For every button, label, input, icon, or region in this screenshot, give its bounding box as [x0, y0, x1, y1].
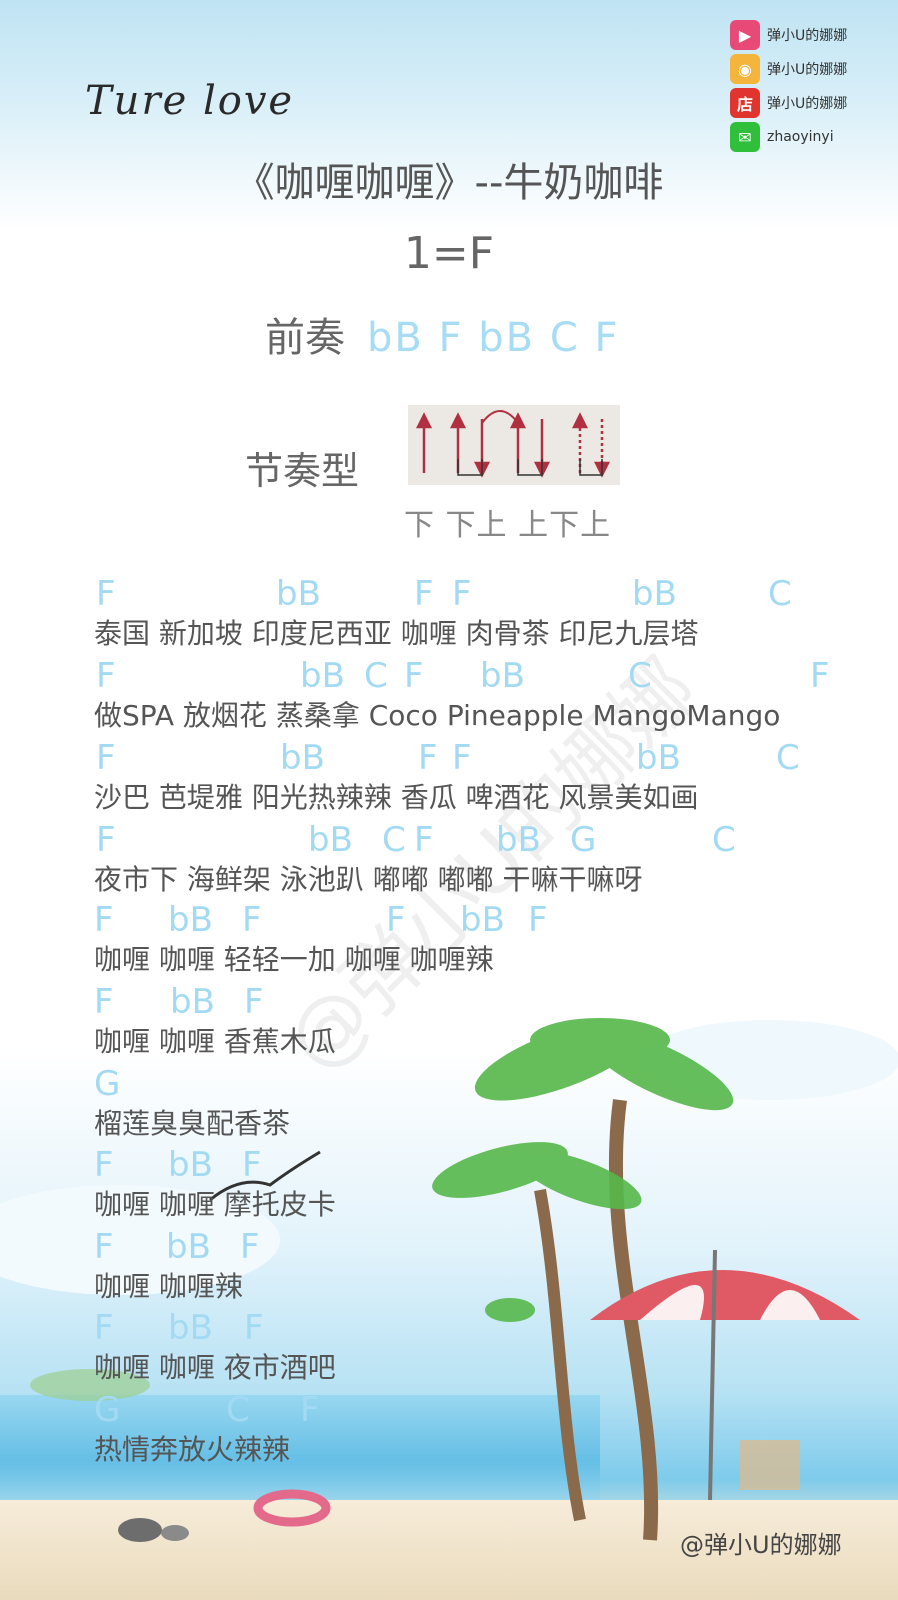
chord-label: F: [96, 738, 116, 778]
lyric-line: 咖喱 咖喱 摩托皮卡: [94, 1188, 336, 1221]
social-row: ◉ 弹小U的娜娜: [730, 52, 890, 86]
key-signature: 1=F: [403, 228, 495, 279]
lyric-line: 夜市下 海鲜架 泳池趴 嘟嘟 嘟嘟 干嘛干嘛呀: [94, 863, 643, 896]
chord-label: F: [386, 900, 406, 940]
social-text: 弹小U的娜娜: [767, 62, 848, 78]
chord-label: bB: [308, 820, 353, 860]
chord-label: F: [810, 656, 830, 696]
lyric-line: 咖喱 咖喱辣: [94, 1270, 243, 1303]
lyric-line: 热情奔放火辣辣: [94, 1433, 291, 1466]
chord-label: C: [364, 656, 388, 696]
shop-icon: 店: [730, 88, 760, 118]
chord-label: F: [244, 982, 264, 1022]
chord-label: bB: [496, 820, 541, 860]
social-links: ▶ 弹小U的娜娜 ◉ 弹小U的娜娜 店 弹小U的娜娜 ✉ zhaoyinyi: [730, 18, 890, 154]
lyric-line: 榴莲臭臭配香茶: [94, 1107, 291, 1140]
chord-label: F: [94, 1227, 114, 1267]
chord-label: F: [300, 1390, 320, 1430]
chord-label: F: [414, 820, 434, 860]
chord-label: C: [628, 656, 652, 696]
chord-label: F: [418, 738, 438, 778]
prelude: 前奏 bB F bB C F: [265, 305, 619, 363]
chord-label: bB: [480, 656, 525, 696]
prelude-label: 前奏: [265, 315, 345, 361]
chord-label: F: [404, 656, 424, 696]
weibo-icon: ◉: [730, 54, 760, 84]
chord-label: C: [712, 820, 736, 860]
chord-label: G: [94, 1390, 121, 1430]
chord-label: C: [776, 738, 800, 778]
chord-label: F: [452, 738, 472, 778]
song-title: 《咖喱咖喱》--牛奶咖啡: [234, 160, 664, 206]
chord-label: F: [96, 574, 116, 614]
chord-label: F: [414, 574, 434, 614]
strum-pattern-diagram: [408, 405, 620, 485]
chord-label: F: [452, 574, 472, 614]
chord-label: F: [528, 900, 548, 940]
lyric-line: 泰国 新加坡 印度尼西亚 咖喱 肉骨茶 印尼九层塔: [94, 617, 699, 650]
wechat-icon: ✉: [730, 122, 760, 152]
chord-label: F: [240, 1227, 260, 1267]
chord-label: F: [242, 900, 262, 940]
chord-label: bB: [300, 656, 345, 696]
rhythm-label: 节奏型: [245, 449, 360, 493]
chord-label: G: [570, 820, 597, 860]
social-row: ✉ zhaoyinyi: [730, 120, 890, 154]
strum-arrows-icon: [415, 410, 611, 478]
chord-label: bB: [168, 1308, 213, 1348]
chord-label: C: [768, 574, 792, 614]
weibo-watermark: @弹小U的娜娜: [680, 1531, 842, 1559]
prelude-chords: bB F bB C F: [367, 315, 620, 361]
script-title: Ture love: [85, 78, 295, 124]
chord-label: bB: [276, 574, 321, 614]
social-row: ▶ 弹小U的娜娜: [730, 18, 890, 52]
chord-label: F: [96, 820, 116, 860]
chord-label: F: [244, 1308, 264, 1348]
strum-direction-text: 下 下上 上下上: [404, 508, 612, 543]
social-row: 店 弹小U的娜娜: [730, 86, 890, 120]
chord-label: bB: [460, 900, 505, 940]
lyric-line: 咖喱 咖喱 香蕉木瓜: [94, 1025, 336, 1058]
chord-label: F: [94, 1145, 114, 1185]
chord-label: G: [94, 1064, 121, 1104]
chord-label: F: [242, 1145, 262, 1185]
chord-label: bB: [636, 738, 681, 778]
lyric-line: 做SPA 放烟花 蒸桑拿 Coco Pineapple MangoMango: [94, 699, 781, 732]
chord-label: F: [94, 982, 114, 1022]
chord-label: F: [94, 900, 114, 940]
chord-label: bB: [168, 1145, 213, 1185]
chord-label: bB: [280, 738, 325, 778]
lyric-line: 咖喱 咖喱 轻轻一加 咖喱 咖喱辣: [94, 943, 494, 976]
lyric-line: 沙巴 芭堤雅 阳光热辣辣 香瓜 啤酒花 风景美如画: [94, 781, 699, 814]
chord-label: bB: [632, 574, 677, 614]
chord-label: bB: [166, 1227, 211, 1267]
chord-label: bB: [170, 982, 215, 1022]
chord-label: C: [226, 1390, 250, 1430]
social-text: zhaoyinyi: [767, 129, 834, 145]
social-text: 弹小U的娜娜: [767, 96, 848, 112]
chord-label: C: [382, 820, 406, 860]
chord-label: bB: [168, 900, 213, 940]
video-icon: ▶: [730, 20, 760, 50]
chord-label: F: [94, 1308, 114, 1348]
social-text: 弹小U的娜娜: [767, 28, 848, 44]
lyric-line: 咖喱 咖喱 夜市酒吧: [94, 1351, 336, 1384]
chord-label: F: [96, 656, 116, 696]
